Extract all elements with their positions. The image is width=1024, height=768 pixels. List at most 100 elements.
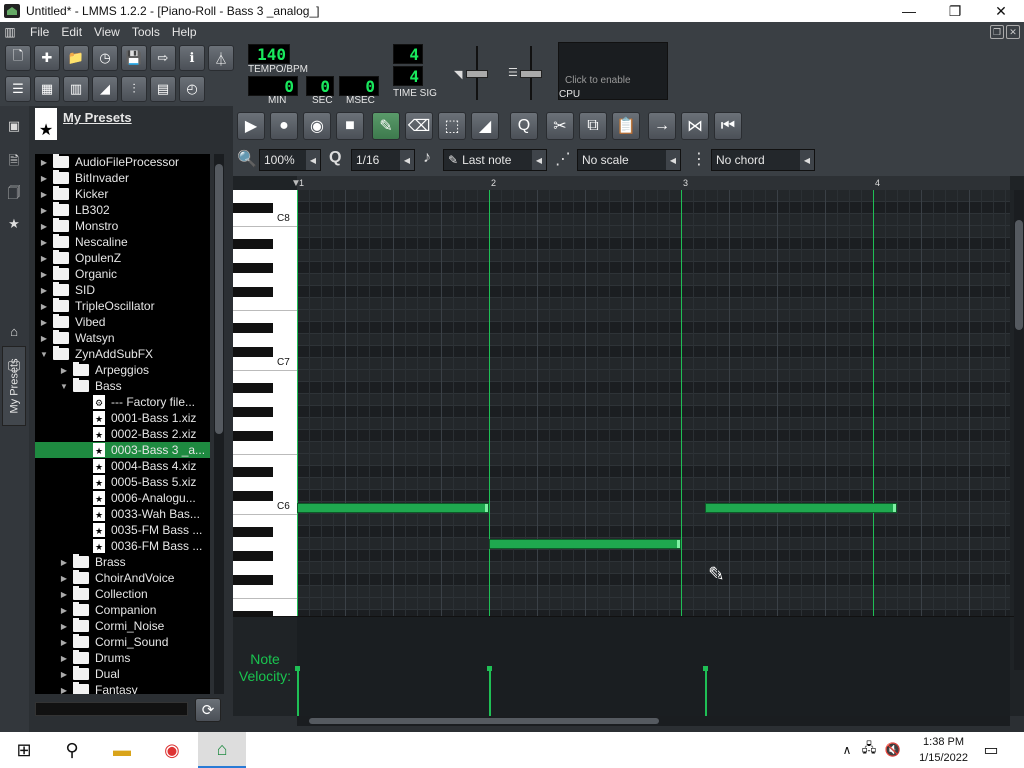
mixer-button[interactable]: ⫶ <box>121 76 147 102</box>
piano-roll-button[interactable]: ▥ <box>63 76 89 102</box>
expand-right-icon[interactable]: ▶ <box>59 670 69 679</box>
expand-down-icon[interactable]: ▼ <box>59 382 69 391</box>
controller-rack-button[interactable]: ◴ <box>179 76 205 102</box>
expand-down-icon[interactable]: ▼ <box>39 350 49 359</box>
note-length-combo[interactable]: ✎ Last note ◀ <box>443 149 547 171</box>
play-button[interactable]: ▶ <box>237 112 265 140</box>
note-resize-handle[interactable] <box>893 504 896 512</box>
tree-item[interactable]: ▶ Monstro <box>35 218 210 234</box>
tree-item[interactable]: ▶ Vibed <box>35 314 210 330</box>
tree-item[interactable]: ▶ Organic <box>35 266 210 282</box>
tree-item[interactable]: ▶ Watsyn <box>35 330 210 346</box>
timesig-denominator[interactable]: 4 <box>393 66 423 86</box>
presets-star-icon[interactable]: ★ <box>6 216 22 232</box>
menu-help[interactable]: Help <box>166 25 203 39</box>
horizontal-scrollbar[interactable] <box>297 716 1010 726</box>
vertical-scrollbar[interactable] <box>1014 190 1024 670</box>
tree-item[interactable]: ★ 0033-Wah Bas... <box>35 506 210 522</box>
velocity-bar[interactable] <box>295 666 300 717</box>
expand-right-icon[interactable]: ▶ <box>39 286 49 295</box>
scale-combo[interactable]: No scale ◀ <box>577 149 681 171</box>
expand-right-icon[interactable]: ▶ <box>39 206 49 215</box>
velocity-bar[interactable] <box>703 666 708 717</box>
menu-edit[interactable]: Edit <box>55 25 88 39</box>
tree-item[interactable]: ▶ Dual <box>35 666 210 682</box>
computer-icon[interactable]: 🖵 <box>6 358 22 374</box>
expand-right-icon[interactable]: ▶ <box>39 254 49 263</box>
record-while-playing-button[interactable]: ◉ <box>303 112 331 140</box>
menu-view[interactable]: View <box>88 25 126 39</box>
refresh-button[interactable]: ⟳ <box>195 698 221 722</box>
step-record-button[interactable]: → <box>648 112 676 140</box>
expand-right-icon[interactable]: ▶ <box>39 302 49 311</box>
tree-item[interactable]: ★ 0036-FM Bass ... <box>35 538 210 554</box>
save-project-button[interactable]: 💾 <box>121 45 147 71</box>
new-project-button[interactable]: 🗋 <box>5 45 31 71</box>
lmms-taskbar-icon[interactable]: ⌂ <box>198 732 246 768</box>
tree-item[interactable]: ▶ OpulenZ <box>35 250 210 266</box>
note-resize-handle[interactable] <box>485 504 488 512</box>
tree-item[interactable]: ★ 0035-FM Bass ... <box>35 522 210 538</box>
copy-button[interactable]: ⧉ <box>579 112 607 140</box>
black-key[interactable] <box>233 323 273 333</box>
start-windows-icon[interactable]: ⊞ <box>0 732 48 768</box>
expand-right-icon[interactable]: ▶ <box>39 190 49 199</box>
new-from-template-button[interactable]: ✚ <box>34 45 60 71</box>
tree-item[interactable]: ▼ Bass <box>35 378 210 394</box>
expand-right-icon[interactable]: ▶ <box>39 222 49 231</box>
black-key[interactable] <box>233 431 273 441</box>
black-key[interactable] <box>233 239 273 249</box>
black-key[interactable] <box>233 527 273 537</box>
note[interactable] <box>705 503 897 513</box>
system-clock[interactable]: 1:38 PM 1/15/2022 <box>919 734 968 766</box>
search-icon[interactable]: ⚲ <box>48 732 96 768</box>
tempo-display[interactable]: 140 <box>248 44 290 64</box>
note-grid[interactable] <box>297 190 1010 616</box>
black-key[interactable] <box>233 383 273 393</box>
tree-item[interactable]: ★ 0006-Analogu... <box>35 490 210 506</box>
expand-right-icon[interactable]: ▶ <box>59 686 69 695</box>
erase-mode-button[interactable]: ⌫ <box>405 112 433 140</box>
preset-filter-input[interactable] <box>35 702 188 716</box>
close-button[interactable]: ✕ <box>978 0 1024 22</box>
tree-item[interactable]: ▶ Cormi_Noise <box>35 618 210 634</box>
record-button[interactable]: ● <box>270 112 298 140</box>
network-icon[interactable]: 🖧 <box>858 732 880 768</box>
chord-combo[interactable]: No chord ◀ <box>711 149 815 171</box>
expand-right-icon[interactable]: ▶ <box>39 158 49 167</box>
song-editor-button[interactable]: ☰ <box>5 76 31 102</box>
tree-item[interactable]: ★ 0001-Bass 1.xiz <box>35 410 210 426</box>
black-key[interactable] <box>233 347 273 357</box>
tree-item[interactable]: ▶ Brass <box>35 554 210 570</box>
tray-chevron-icon[interactable]: ∧ <box>836 732 858 768</box>
subwindow-restore-icon[interactable]: ❐ <box>990 25 1004 39</box>
draw-mode-button[interactable]: ✎ <box>372 112 400 140</box>
black-key[interactable] <box>233 203 273 213</box>
tree-scrollbar[interactable] <box>214 154 224 694</box>
cut-button[interactable]: ✂ <box>546 112 574 140</box>
paste-button[interactable]: 📋 <box>612 112 640 140</box>
note[interactable] <box>297 503 489 513</box>
velocity-area[interactable] <box>295 617 1010 717</box>
tree-item[interactable]: ▶ SID <box>35 282 210 298</box>
black-key[interactable] <box>233 263 273 273</box>
rewind-button[interactable]: ⏮ <box>714 112 742 140</box>
note-resize-handle[interactable] <box>677 540 680 548</box>
stop-button[interactable]: ■ <box>336 112 364 140</box>
projects-icon[interactable]: 🗎 <box>6 152 22 168</box>
expand-right-icon[interactable]: ▶ <box>59 574 69 583</box>
tree-item[interactable]: ⚙ --- Factory file... <box>35 394 210 410</box>
expand-right-icon[interactable]: ▶ <box>59 654 69 663</box>
file-explorer-icon[interactable]: ▬ <box>98 732 146 768</box>
pitch-bend-mode-button[interactable]: ◢ <box>471 112 499 140</box>
black-key[interactable] <box>233 407 273 417</box>
preset-tree[interactable]: ▶ AudioFileProcessor ▶ BitInvader ▶ Kicker ▶ LB… <box>35 154 210 694</box>
expand-right-icon[interactable]: ▶ <box>59 590 69 599</box>
quantize-button[interactable]: Q <box>510 112 538 140</box>
tree-item[interactable]: ▶ Fantasy <box>35 682 210 694</box>
black-key[interactable] <box>233 467 273 477</box>
chrome-icon[interactable]: ◉ <box>148 732 196 768</box>
tree-item[interactable]: ★ 0002-Bass 2.xiz <box>35 426 210 442</box>
volume-muted-icon[interactable]: 🔇 <box>882 732 904 768</box>
master-pitch-slider[interactable]: ☰ <box>506 44 550 102</box>
